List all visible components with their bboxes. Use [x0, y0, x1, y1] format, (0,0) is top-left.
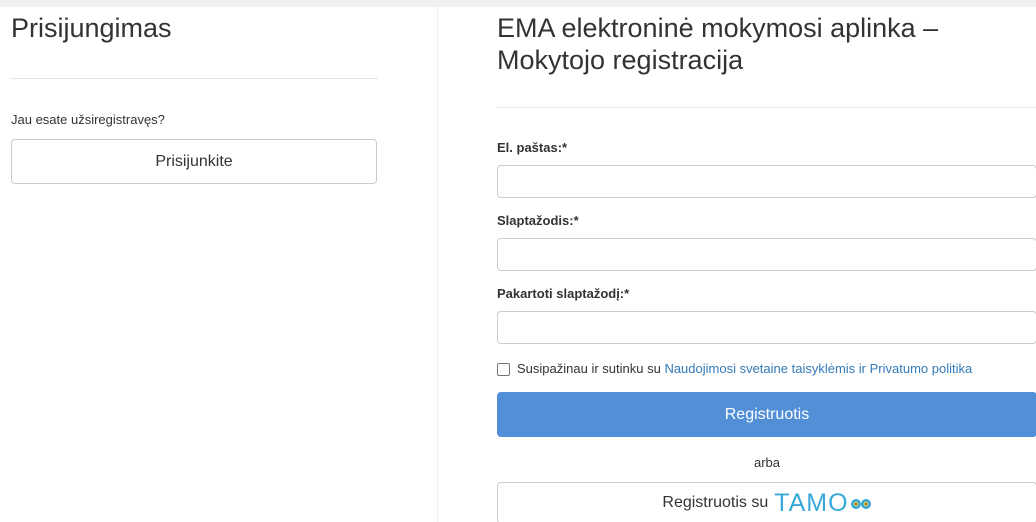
email-field[interactable]: [497, 165, 1036, 198]
login-panel: Prisijungimas Jau esate užsiregistravęs?…: [11, 7, 378, 184]
login-divider: [11, 78, 378, 79]
register-with-tamo-button[interactable]: Registruotis su TAMO: [497, 482, 1036, 522]
terms-row: Susipažinau ir sutinku su Naudojimosi sv…: [497, 361, 1036, 377]
already-registered-text: Jau esate užsiregistravęs?: [11, 112, 165, 127]
password-field[interactable]: [497, 238, 1036, 271]
or-separator: arba: [753, 455, 781, 470]
login-button[interactable]: Prisijunkite: [11, 139, 377, 184]
register-button[interactable]: Registruotis: [497, 392, 1036, 437]
password-label: Slaptažodis:*: [497, 213, 579, 228]
repeat-password-field[interactable]: [497, 311, 1036, 344]
tamo-logo-text: TAMO: [774, 488, 849, 517]
email-label: El. paštas:*: [497, 140, 568, 155]
repeat-password-label: Pakartoti slaptažodį:*: [497, 286, 630, 301]
tamo-logo: TAMO: [774, 489, 871, 518]
terms-text: Susipažinau ir sutinku su: [517, 361, 661, 376]
terms-link[interactable]: Naudojimosi svetaine taisyklėmis ir Priv…: [664, 361, 972, 377]
registration-panel: EMA elektroninė mokymosi aplinka – Mokyt…: [497, 7, 1036, 522]
registration-title: EMA elektroninė mokymosi aplinka – Mokyt…: [497, 13, 939, 75]
tamo-button-label: Registruotis su: [662, 494, 769, 511]
column-divider: [437, 7, 438, 522]
terms-checkbox[interactable]: [497, 362, 510, 376]
owl-eyes-icon: [850, 495, 872, 511]
login-title: Prisijungimas: [11, 13, 172, 43]
registration-divider: [497, 107, 1036, 108]
top-strip: [0, 0, 1036, 7]
